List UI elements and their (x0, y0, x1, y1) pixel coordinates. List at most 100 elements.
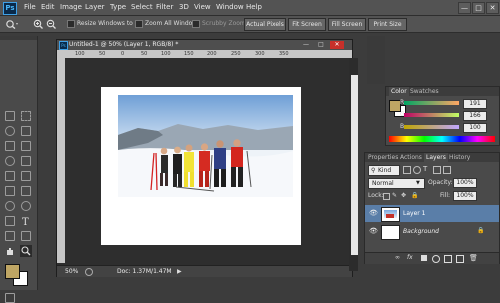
tab-swatches[interactable]: Swatches (410, 87, 439, 96)
fill-field[interactable]: 100% (453, 191, 477, 201)
ruler-label: 200 (207, 51, 217, 57)
zoom-in-icon[interactable] (33, 19, 43, 29)
rectangle-tool-icon[interactable] (21, 231, 31, 241)
resize-windows-checkbox[interactable] (67, 20, 75, 28)
layer-name[interactable]: Layer 1 (403, 205, 425, 222)
fit-screen-button[interactable]: Fit Screen (288, 18, 326, 31)
horizontal-ruler: 100 50 0 50 100 150 200 250 300 350 (57, 50, 352, 58)
lasso-tool-icon[interactable] (5, 126, 15, 136)
channel-r-value[interactable]: 191 (463, 99, 487, 109)
lock-image-icon[interactable]: ✎ (392, 192, 397, 199)
scrubby-zoom-checkbox[interactable] (192, 20, 200, 28)
eraser-tool-icon[interactable] (5, 186, 15, 196)
tab-layers[interactable]: Layers (424, 153, 448, 162)
crop-tool-icon[interactable] (5, 141, 15, 151)
lock-position-icon[interactable]: ✥ (401, 192, 406, 199)
hand-tool-icon[interactable] (5, 246, 15, 256)
menu-help[interactable]: Help (246, 0, 262, 15)
menu-3d[interactable]: 3D (179, 0, 189, 15)
channel-r-slider[interactable] (404, 101, 459, 105)
kind-filter-select[interactable]: ⚲ Kind (368, 165, 400, 176)
layer-name[interactable]: Background (403, 223, 439, 240)
menu-window[interactable]: Window (216, 0, 244, 15)
menu-image[interactable]: Image (60, 0, 82, 15)
menu-layer[interactable]: Layer (85, 0, 105, 15)
opacity-field[interactable]: 100% (453, 178, 477, 188)
blend-mode-select[interactable]: Normal ▼ (368, 178, 425, 189)
actual-pixels-button[interactable]: Actual Pixels (244, 18, 286, 31)
document-scroll-thumb[interactable] (351, 75, 358, 255)
fill-screen-button[interactable]: Fill Screen (328, 18, 366, 31)
pen-tool-icon[interactable] (5, 216, 15, 226)
vertical-ruler (57, 58, 65, 263)
eye-icon[interactable]: 👁 (369, 227, 378, 235)
filter-pixel-icon[interactable] (403, 166, 411, 174)
dodge-tool-icon[interactable] (21, 201, 31, 211)
menu-type[interactable]: Type (110, 0, 126, 15)
channel-b-slider[interactable] (404, 125, 459, 129)
healing-brush-tool-icon[interactable] (5, 156, 15, 166)
filter-smart-object-icon[interactable] (443, 166, 451, 174)
type-tool-icon[interactable]: T (21, 216, 31, 226)
kind-label: Kind (378, 167, 392, 174)
channel-g-value[interactable]: 166 (463, 111, 487, 121)
magic-wand-tool-icon[interactable] (21, 126, 31, 136)
menu-select[interactable]: Select (131, 0, 153, 15)
menu-file[interactable]: File (24, 0, 36, 15)
layer-row-background[interactable]: 👁 Background 🔒 (365, 223, 499, 240)
ruler-label: 250 (231, 51, 241, 57)
status-arrow-icon[interactable]: ▶ (177, 266, 182, 277)
document-canvas[interactable] (101, 87, 301, 245)
print-size-button[interactable]: Print Size (368, 18, 407, 31)
blur-tool-icon[interactable] (5, 201, 15, 211)
zoom-all-windows-checkbox[interactable] (135, 20, 143, 28)
lock-all-icon[interactable]: 🔒 (411, 192, 418, 199)
move-tool-icon[interactable] (5, 111, 15, 121)
filter-shape-icon[interactable] (433, 166, 441, 174)
zoom-level[interactable]: 50% (65, 266, 78, 277)
menu-edit[interactable]: Edit (41, 0, 55, 15)
clone-stamp-tool-icon[interactable] (5, 171, 15, 181)
tab-properties[interactable]: Properties (368, 153, 398, 162)
layer-row-layer-1[interactable]: 👁 Layer 1 (365, 205, 499, 222)
link-layers-icon[interactable]: ∞ (395, 254, 400, 261)
document-minimize-button[interactable]: — (300, 41, 312, 49)
foreground-color-swatch[interactable] (5, 264, 20, 279)
channel-b-value[interactable]: 100 (463, 123, 487, 133)
lock-transparent-icon[interactable] (383, 193, 390, 200)
path-selection-tool-icon[interactable] (5, 231, 15, 241)
layer-mask-icon[interactable] (421, 255, 427, 261)
close-button[interactable]: ✕ (486, 2, 499, 14)
marquee-tool-icon[interactable] (21, 111, 31, 121)
new-group-icon[interactable] (444, 255, 452, 263)
layer-thumbnail (381, 225, 400, 240)
minimize-button[interactable]: — (458, 2, 471, 14)
channel-g-slider[interactable] (404, 113, 459, 117)
document-close-button[interactable]: ✕ (330, 41, 344, 49)
tab-color[interactable]: Color (389, 87, 409, 96)
menu-view[interactable]: View (194, 0, 211, 15)
eyedropper-tool-icon[interactable] (21, 141, 31, 151)
new-layer-icon[interactable] (456, 255, 464, 263)
tab-history[interactable]: History (449, 153, 470, 162)
delete-layer-icon[interactable]: 🗑 (469, 254, 478, 262)
zoom-out-icon[interactable] (46, 19, 56, 29)
adjustment-layer-icon[interactable] (432, 255, 440, 263)
history-brush-tool-icon[interactable] (21, 171, 31, 181)
color-spectrum-bar[interactable] (389, 136, 495, 142)
tab-actions[interactable]: Actions (400, 153, 422, 162)
restore-button[interactable]: □ (472, 2, 485, 14)
quick-mask-icon[interactable] (5, 293, 15, 303)
eye-icon[interactable]: 👁 (369, 209, 378, 217)
gradient-tool-icon[interactable] (21, 186, 31, 196)
zoom-tool-icon[interactable] (5, 19, 19, 29)
ruler-label: 150 (184, 51, 194, 57)
menu-filter[interactable]: Filter (156, 0, 173, 15)
filter-type-icon[interactable]: T (423, 165, 427, 173)
brush-tool-icon[interactable] (21, 156, 31, 166)
status-icon[interactable] (85, 268, 93, 276)
layer-style-icon[interactable]: fx (407, 254, 413, 261)
document-restore-button[interactable]: □ (315, 41, 327, 49)
zoom-tool-active-icon[interactable] (20, 245, 32, 257)
filter-adjustment-icon[interactable] (413, 166, 421, 174)
